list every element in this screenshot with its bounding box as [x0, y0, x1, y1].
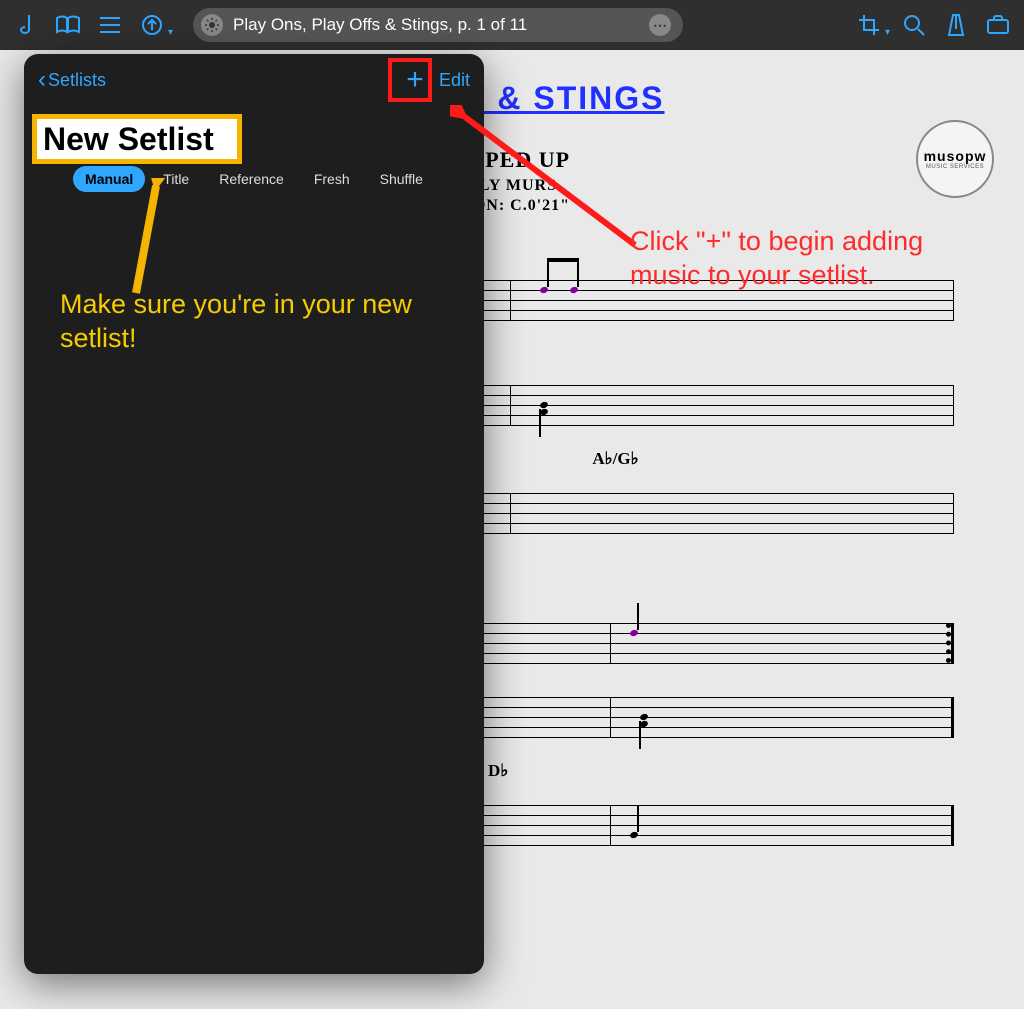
menu-icon[interactable] — [92, 7, 128, 43]
gear-icon[interactable] — [201, 14, 223, 36]
edit-button[interactable]: Edit — [439, 70, 470, 91]
crop-caret-icon[interactable]: ▾ — [885, 27, 890, 38]
logo-badge: musopw MUSIC SERVICES — [916, 120, 994, 198]
back-label: Setlists — [48, 70, 106, 91]
filter-shuffle[interactable]: Shuffle — [368, 166, 435, 192]
briefcase-icon[interactable] — [980, 7, 1016, 43]
add-button[interactable]: + — [397, 62, 433, 98]
note-icon[interactable] — [8, 7, 44, 43]
title-pill[interactable]: Play Ons, Play Offs & Stings, p. 1 of 11… — [193, 8, 683, 42]
upload-icon[interactable] — [134, 7, 170, 43]
chevron-left-icon: ‹ — [38, 66, 46, 94]
top-toolbar: ▾ Play Ons, Play Offs & Stings, p. 1 of … — [0, 0, 1024, 50]
metronome-icon[interactable] — [938, 7, 974, 43]
filter-row: Manual Title Reference Fresh Shuffle — [24, 166, 484, 192]
back-button[interactable]: ‹ Setlists — [38, 66, 106, 94]
annotation-title-highlight: New Setlist — [32, 114, 242, 164]
filter-reference[interactable]: Reference — [207, 166, 296, 192]
crop-icon[interactable] — [851, 7, 887, 43]
filter-manual[interactable]: Manual — [73, 166, 145, 192]
annotation-yellow-text: Make sure you're in your new setlist! — [60, 288, 420, 356]
plus-icon: + — [406, 63, 424, 97]
annotation-red-text: Click "+" to begin adding music to your … — [630, 225, 960, 293]
search-icon[interactable] — [896, 7, 932, 43]
ellipsis-icon[interactable]: ⋯ — [649, 14, 671, 36]
setlist-panel: ‹ Setlists + Edit New Setlist Manual Tit… — [24, 54, 484, 974]
document-title: Play Ons, Play Offs & Stings, p. 1 of 11 — [233, 15, 527, 35]
filter-title[interactable]: Title — [151, 166, 201, 192]
filter-fresh[interactable]: Fresh — [302, 166, 362, 192]
library-icon[interactable] — [50, 7, 86, 43]
upload-caret-icon[interactable]: ▾ — [168, 27, 173, 38]
